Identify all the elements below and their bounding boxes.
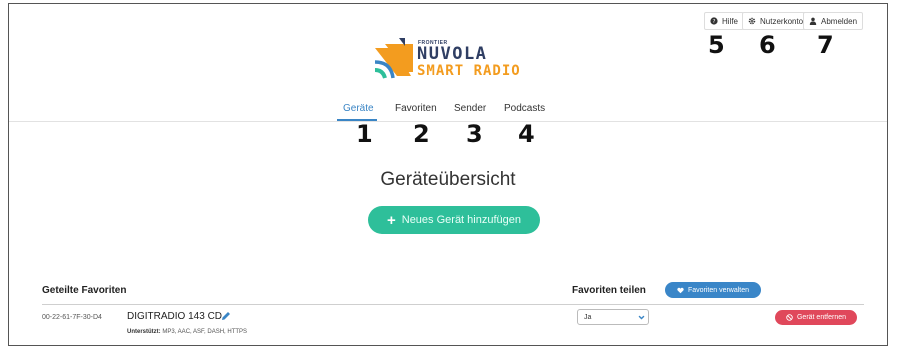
logo-smart-radio-text: SMART RADIO — [417, 63, 521, 79]
callout-4: 4 — [518, 120, 535, 148]
chevron-down-icon — [634, 314, 648, 321]
manage-favorites-label: Favoriten verwalten — [687, 286, 750, 294]
logo-nuvola-text: NUVOLA — [417, 44, 488, 64]
device-mac: 00-22-61-7F-30-D4 — [42, 314, 102, 321]
callout-3: 3 — [466, 120, 483, 148]
tab-podcasts[interactable]: Podcasts — [504, 103, 545, 114]
column-header-shared-favorites: Geteilte Favoriten — [42, 285, 127, 296]
callout-7: 7 — [817, 31, 834, 59]
svg-text:?: ? — [713, 19, 716, 25]
supports-value: MP3, AAC, ASF, DASH, HTTPS — [162, 329, 248, 335]
page-title: Geräteübersicht — [380, 169, 516, 190]
app-window: ? Hilfe Nutzerkonto Abmelden 5 6 7 FRONT… — [8, 3, 888, 346]
logout-link[interactable]: Abmelden — [803, 12, 864, 30]
manage-favorites-button[interactable]: Favoriten verwalten — [665, 282, 761, 298]
add-device-button[interactable]: + Neues Gerät hinzufügen — [368, 206, 540, 234]
gear-icon — [748, 17, 756, 25]
logout-label: Abmelden — [821, 16, 858, 26]
callout-1: 1 — [356, 120, 373, 148]
help-link[interactable]: ? Hilfe — [704, 12, 745, 30]
nav-divider — [9, 121, 887, 122]
supports-label: Unterstützt: — [127, 329, 161, 335]
device-supports: Unterstützt: MP3, AAC, ASF, DASH, HTTPS — [127, 329, 247, 335]
remove-device-label: Gerät entfernen — [796, 314, 847, 321]
help-label: Hilfe — [722, 16, 739, 26]
account-label: Nutzerkonto — [760, 16, 804, 26]
tab-sender[interactable]: Sender — [454, 103, 486, 114]
edit-pencil-icon[interactable] — [221, 311, 231, 321]
help-icon: ? — [710, 17, 718, 25]
plus-icon: + — [386, 211, 396, 229]
share-favorites-value: Ja — [584, 313, 592, 321]
column-header-share-favorites: Favoriten teilen — [572, 285, 646, 296]
add-device-label: Neues Gerät hinzufügen — [401, 214, 521, 226]
device-name: DIGITRADIO 143 CD — [127, 311, 223, 322]
callout-5: 5 — [708, 31, 725, 59]
heart-icon — [677, 287, 684, 293]
share-favorites-select[interactable]: Ja — [577, 309, 649, 325]
callout-6: 6 — [759, 31, 776, 59]
callout-2: 2 — [413, 120, 430, 148]
user-icon — [809, 17, 817, 25]
remove-device-button[interactable]: Gerät entfernen — [775, 310, 857, 325]
logo-mark-icon — [374, 38, 413, 79]
account-link[interactable]: Nutzerkonto — [742, 12, 810, 30]
tab-geraete[interactable]: Geräte — [343, 103, 374, 114]
table-divider — [42, 304, 864, 305]
ban-icon — [786, 314, 793, 321]
tab-favoriten[interactable]: Favoriten — [395, 103, 437, 114]
nuvola-logo: FRONTIER NUVOLA SMART RADIO — [373, 36, 533, 84]
main-nav: Geräte Favoriten Sender Podcasts — [9, 103, 887, 121]
